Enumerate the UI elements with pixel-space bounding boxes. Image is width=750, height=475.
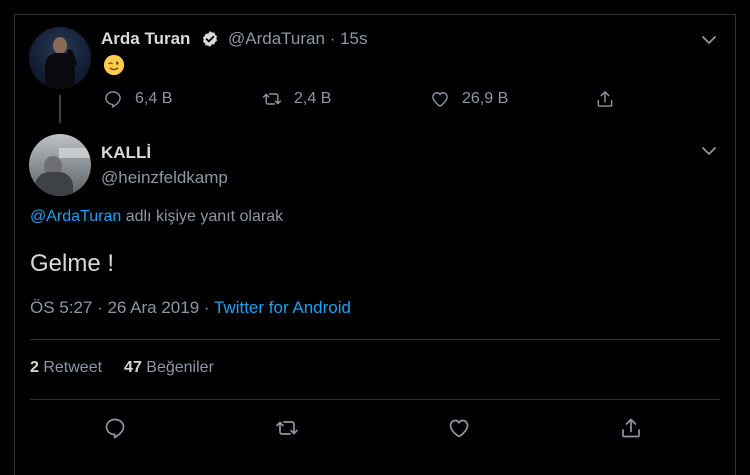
frame-right-border — [735, 14, 736, 475]
reply-context: @ArdaTuran adlı kişiye yanıt olarak — [30, 208, 283, 226]
like-total: 47 — [124, 359, 142, 376]
divider — [30, 399, 720, 400]
retweet-total: 2 — [30, 359, 39, 376]
engagement-stats: 2 Retweet 47 Beğeniler — [30, 359, 214, 377]
retweets-stat[interactable]: 2 Retweet — [30, 359, 102, 376]
winking-face-emoji-icon — [103, 54, 125, 76]
tweet-source-link[interactable]: Twitter for Android — [214, 298, 351, 317]
retweet-label: Retweet — [38, 359, 103, 376]
frame-top-border — [14, 14, 736, 15]
reply-to-suffix: adlı kişiye yanıt olarak — [121, 208, 284, 225]
chevron-down-icon[interactable] — [701, 35, 717, 45]
chevron-down-icon[interactable] — [701, 146, 717, 156]
tweet-meta: ÖS 5:27 · 26 Ara 2019 · Twitter for Andr… — [30, 298, 351, 318]
reply-icon[interactable] — [103, 416, 127, 440]
time-separator: · — [329, 29, 336, 48]
tweet-timestamp[interactable]: ÖS 5:27 · 26 Ara 2019 — [30, 298, 199, 317]
avatar-kalli[interactable] — [29, 134, 91, 196]
like-count: 26,9 B — [462, 90, 509, 107]
retweet-icon — [262, 93, 282, 105]
author-name[interactable]: Arda Turan — [101, 29, 190, 49]
share-icon[interactable] — [619, 416, 643, 440]
tweet-handle-time: @ArdaTuran · 15s — [228, 29, 368, 49]
reply-icon — [105, 91, 121, 108]
like-action[interactable]: 26,9 B — [430, 89, 508, 109]
verified-badge-icon — [202, 31, 218, 47]
reply-author-name[interactable]: KALLİ — [101, 143, 151, 163]
reply-action[interactable]: 6,4 B — [103, 89, 172, 109]
divider — [30, 339, 720, 340]
retweet-action[interactable]: 2,4 B — [262, 89, 331, 109]
reply-count: 6,4 B — [135, 90, 173, 107]
heart-icon[interactable] — [447, 416, 471, 440]
author-handle[interactable]: @ArdaTuran — [228, 29, 325, 48]
reply-to-link[interactable]: @ArdaTuran — [30, 208, 121, 225]
avatar-arda-turan[interactable] — [29, 27, 91, 89]
thread-connector-line — [59, 95, 61, 123]
retweet-count: 2,4 B — [294, 90, 332, 107]
reply-author-handle[interactable]: @heinzfeldkamp — [101, 168, 228, 188]
share-icon[interactable] — [595, 89, 615, 109]
frame-left-border — [14, 14, 15, 475]
meta-separator: · — [199, 298, 214, 317]
heart-icon — [432, 92, 448, 107]
likes-stat[interactable]: 47 Beğeniler — [124, 359, 214, 376]
like-label: Beğeniler — [141, 359, 214, 376]
retweet-icon[interactable] — [275, 416, 299, 440]
tweet-time[interactable]: 15s — [340, 29, 367, 48]
tweet-text: Gelme ! — [30, 250, 115, 277]
